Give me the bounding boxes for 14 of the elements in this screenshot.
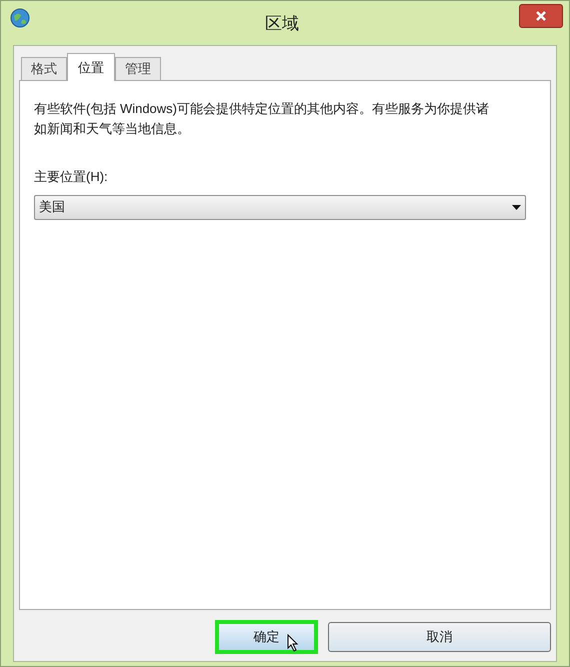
dropdown-arrow-icon (512, 204, 521, 210)
close-icon (535, 10, 547, 22)
dialog-button[interactable]: 确定 (215, 620, 318, 654)
globe-icon (9, 7, 31, 29)
window-title: 区域 (265, 13, 299, 35)
mouse-cursor-icon (287, 634, 299, 652)
description-text: 有些软件(包括 Windows)可能会提供特定位置的其他内容。有些服务为你提供诸如新闻和天气等当地信息。 (34, 100, 490, 138)
dialog-button[interactable]: 取消 (328, 622, 551, 652)
tab[interactable]: 管理 (115, 57, 161, 80)
close-button[interactable] (519, 4, 563, 28)
location-dropdown[interactable]: 美国 (34, 194, 526, 220)
tab[interactable]: 位置 (67, 53, 115, 81)
field-label: 主要位置(H): (34, 168, 109, 186)
tab[interactable]: 格式 (21, 57, 67, 80)
